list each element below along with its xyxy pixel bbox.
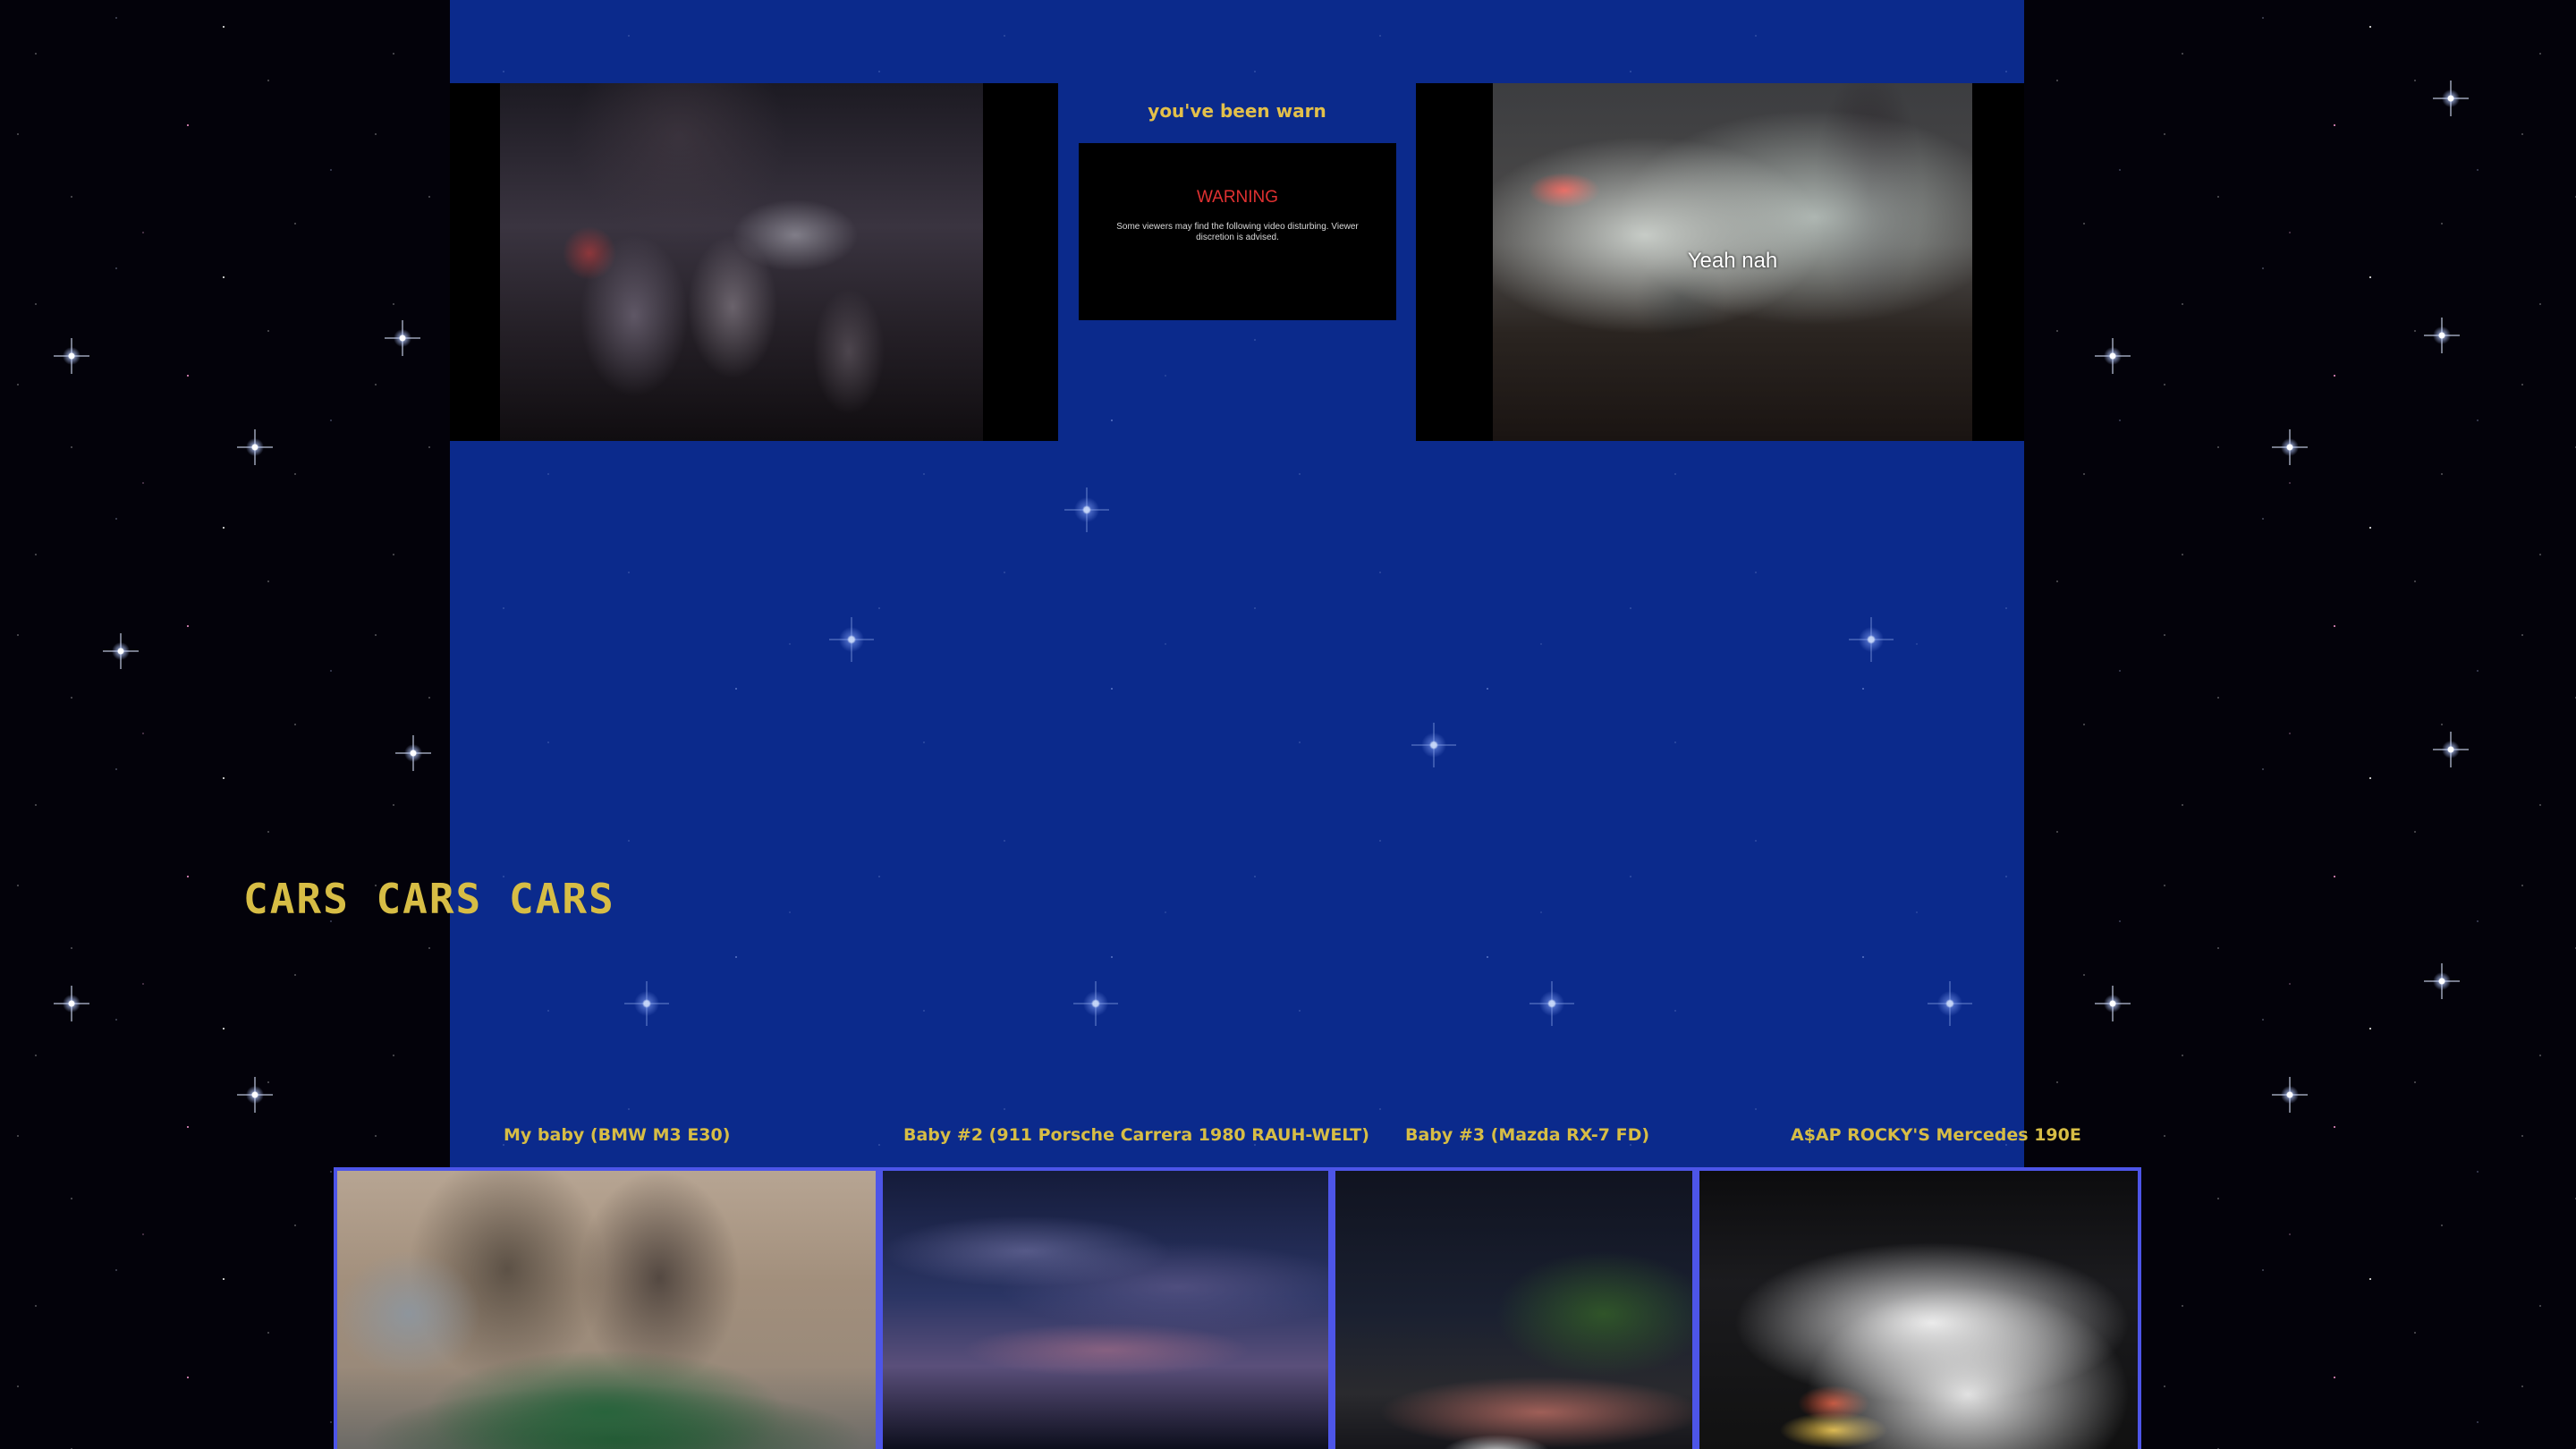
star-icon [2272, 1077, 2308, 1113]
star-icon [2424, 318, 2460, 353]
gallery-heading: CARS CARS CARS [243, 875, 615, 923]
star-icon [2095, 986, 2131, 1021]
car-label-mercedes: A$AP ROCKY'S Mercedes 190E [1791, 1125, 2081, 1145]
star-icon [54, 986, 89, 1021]
warning-section-title: you've been warn [1148, 100, 1326, 122]
video-player-right[interactable]: Yeah nah [1416, 83, 2024, 441]
video-player-left[interactable] [450, 83, 1058, 441]
star-icon [54, 338, 89, 374]
warning-card: WARNING Some viewers may find the follow… [1079, 143, 1396, 320]
star-icon [1411, 723, 1456, 767]
video-caption: Yeah nah [1687, 249, 1778, 273]
star-icon [1064, 487, 1109, 532]
warning-body: Some viewers may find the following vide… [1116, 222, 1359, 242]
warning-heading: WARNING [1196, 188, 1279, 207]
star-icon [2433, 80, 2469, 116]
star-icon [2424, 963, 2460, 999]
car-label-mazda: Baby #3 (Mazda RX-7 FD) [1405, 1125, 1650, 1145]
star-icon [2433, 732, 2469, 767]
star-icon [2095, 338, 2131, 374]
video-frame [500, 83, 983, 441]
car-photo-porsche[interactable] [879, 1167, 1332, 1449]
car-label-porsche: Baby #2 (911 Porsche Carrera 1980 RAUH-W… [903, 1125, 1369, 1145]
star-icon [2272, 429, 2308, 465]
star-icon [385, 320, 420, 356]
car-photo-bmw[interactable] [334, 1167, 879, 1449]
star-icon [237, 1077, 273, 1113]
star-icon [1849, 617, 1894, 662]
star-icon [103, 633, 139, 669]
star-icon [624, 981, 669, 1026]
video-frame: Yeah nah [1493, 83, 1972, 441]
car-photo-mercedes[interactable] [1696, 1167, 2141, 1449]
star-icon [395, 735, 431, 771]
car-photo-mazda[interactable] [1332, 1167, 1696, 1449]
star-icon [1073, 981, 1118, 1026]
star-icon [829, 617, 874, 662]
car-label-bmw: My baby (BMW M3 E30) [504, 1125, 731, 1145]
star-icon [1928, 981, 1972, 1026]
star-icon [237, 429, 273, 465]
star-icon [1530, 981, 1574, 1026]
